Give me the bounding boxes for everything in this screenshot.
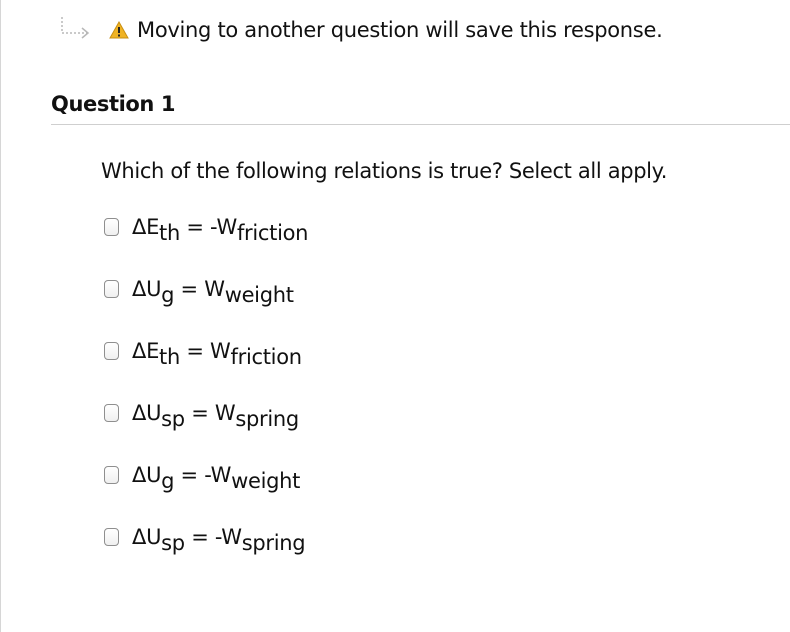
answer-option-3[interactable]: ΔEth = Wfriction [104,338,624,400]
answer-label-5[interactable]: ΔUg = -Wweight [132,462,300,493]
answer-label-6[interactable]: ΔUsp = -Wspring [132,524,306,555]
answer-option-5[interactable]: ΔUg = -Wweight [104,462,624,524]
answer-label-2[interactable]: ΔUg = Wweight [132,276,294,307]
answer-checkbox-2[interactable] [104,280,119,298]
answer-checkbox-4[interactable] [104,404,119,422]
answer-label-1[interactable]: ΔEth = -Wfriction [132,214,308,245]
question-panel: Moving to another question will save thi… [0,0,790,632]
warning-icon [109,21,129,39]
return-arrow-icon [61,17,90,39]
answer-option-2[interactable]: ΔUg = Wweight [104,276,624,338]
question-heading: Question 1 [51,92,176,116]
question-prompt: Which of the following relations is true… [101,159,668,183]
answer-label-4[interactable]: ΔUsp = Wspring [132,400,299,431]
save-notice-text: Moving to another question will save thi… [137,18,663,42]
answer-option-4[interactable]: ΔUsp = Wspring [104,400,624,462]
answer-checkbox-6[interactable] [104,528,119,546]
heading-divider [51,124,790,125]
answer-label-3[interactable]: ΔEth = Wfriction [132,338,302,369]
answer-checkbox-5[interactable] [104,466,119,484]
answer-checkbox-3[interactable] [104,342,119,360]
answer-option-6[interactable]: ΔUsp = -Wspring [104,524,624,586]
save-notice: Moving to another question will save thi… [59,8,663,52]
answer-checkbox-1[interactable] [104,218,119,236]
answer-option-1[interactable]: ΔEth = -Wfriction [104,214,624,276]
answer-options: ΔEth = -Wfriction ΔUg = Wweight ΔEth = W… [104,214,624,586]
